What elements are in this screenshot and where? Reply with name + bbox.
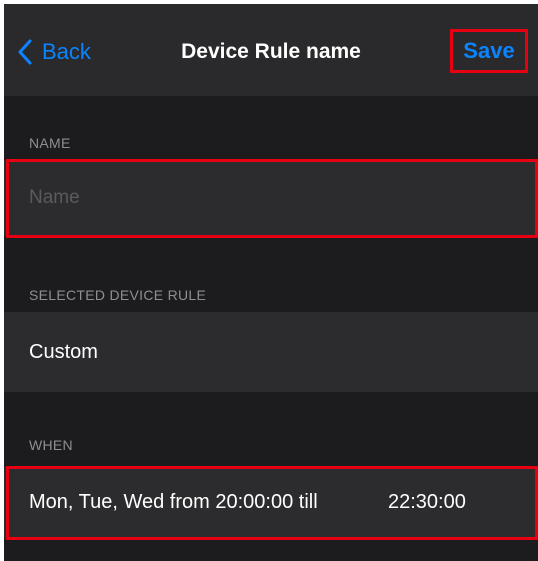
device-rule-screen: Back Device Rule name Save NAME SELECTED… xyxy=(4,4,538,561)
device-rule-row[interactable]: Custom xyxy=(4,312,538,392)
name-section-header: NAME xyxy=(29,135,71,151)
selected-device-rule-value: Custom xyxy=(29,341,98,363)
schedule-end-time: 22:30:00 xyxy=(388,491,466,513)
device-rule-section-header: SELECTED DEVICE RULE xyxy=(29,287,207,303)
name-input[interactable] xyxy=(29,160,509,236)
navigation-bar: Back Device Rule name Save xyxy=(4,4,538,96)
name-row xyxy=(4,160,538,236)
save-button[interactable]: Save xyxy=(450,29,528,73)
chevron-left-icon xyxy=(18,39,32,65)
back-button[interactable]: Back xyxy=(18,34,91,70)
when-row[interactable]: Mon, Tue, Wed from 20:00:00 till 22:30:0… xyxy=(4,467,538,539)
back-label: Back xyxy=(42,39,91,64)
when-section-header: WHEN xyxy=(29,437,73,453)
schedule-text: Mon, Tue, Wed from 20:00:00 till xyxy=(29,491,318,513)
